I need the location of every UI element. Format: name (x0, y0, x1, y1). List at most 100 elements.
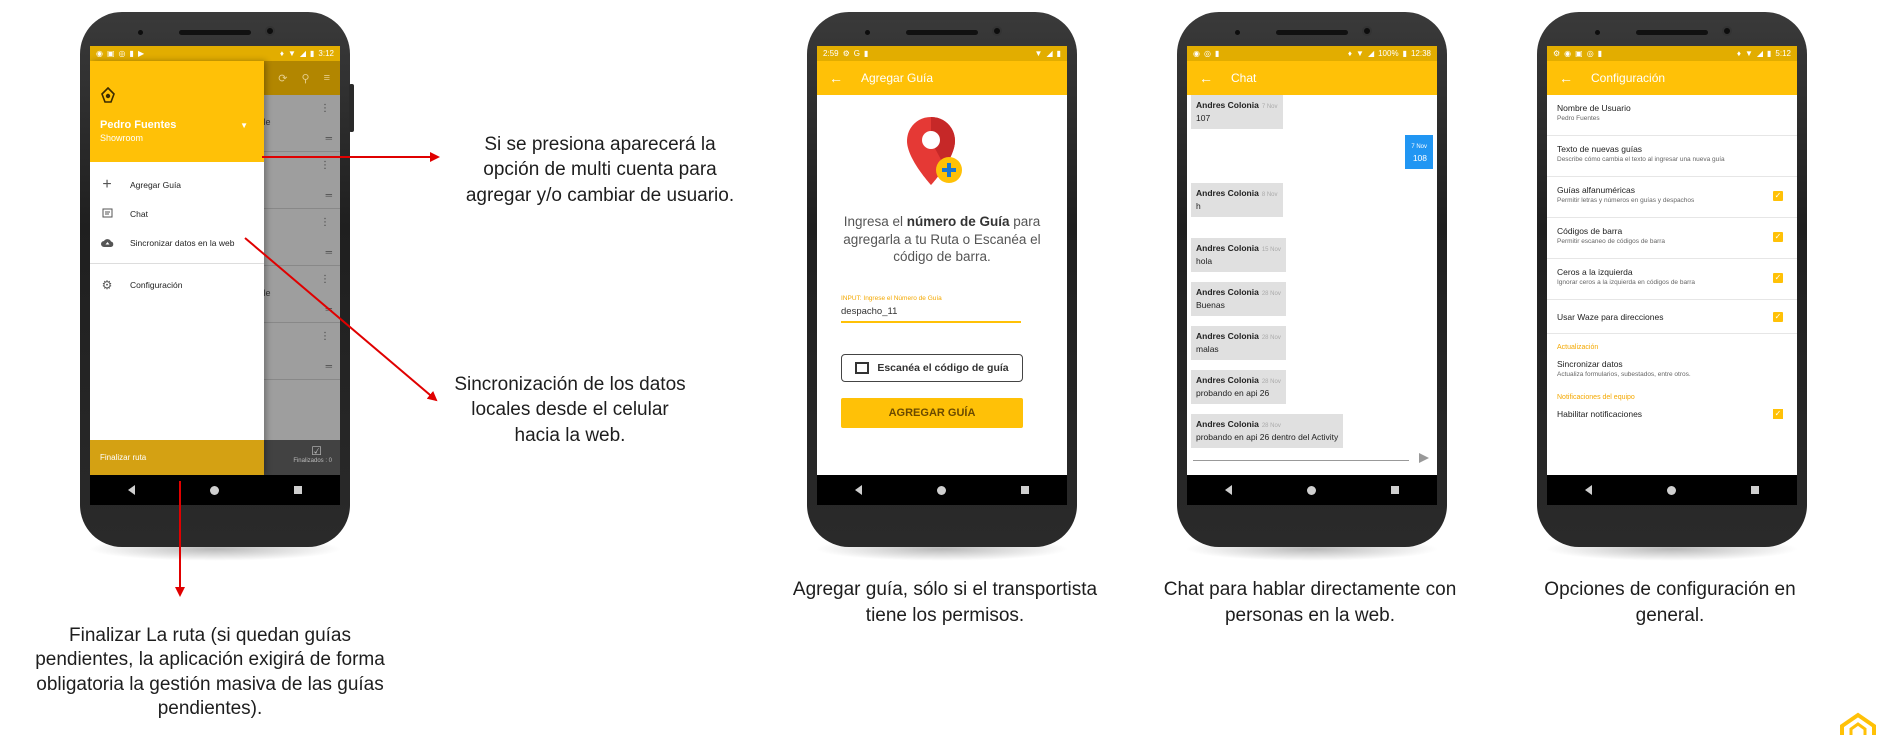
recents-icon[interactable] (1021, 486, 1030, 494)
sync-icon: ◎ (118, 49, 126, 58)
setting-use-waze[interactable]: Usar Waze para direcciones ✓ (1547, 300, 1797, 334)
home-icon[interactable] (936, 485, 946, 495)
setting-new-guide-text[interactable]: Texto de nuevas guías Describe cómo camb… (1547, 136, 1797, 177)
setting-barcodes[interactable]: Códigos de barra Permitir escaneo de cód… (1547, 218, 1797, 259)
home-icon[interactable] (1666, 485, 1676, 495)
android-nav-bar (1547, 475, 1797, 505)
send-icon[interactable] (1419, 453, 1429, 463)
caption-agregar-guia: Agregar guía, sólo si el transportista t… (792, 579, 1098, 626)
status-time: 2:59 (823, 49, 839, 58)
chat-message-input[interactable] (1193, 449, 1409, 461)
guide-number-input[interactable]: despacho_11 (841, 306, 1021, 323)
message-text: h (1196, 201, 1201, 211)
gallery-icon: ▣ (1575, 49, 1583, 58)
phone-camera (1722, 26, 1732, 36)
status-icons-right: ♦ ▼ ◢ ▮ 5:12 (1737, 49, 1791, 58)
drawer-item-configuracion[interactable]: ⚙ Configuración (90, 270, 264, 299)
status-icons-right: ▼ ◢ ▮ (1035, 49, 1061, 58)
message-text: 108 (1412, 153, 1427, 163)
recents-icon[interactable] (1751, 486, 1760, 494)
user-name: Pedro Fuentes (100, 119, 177, 131)
battery-percent: 100% (1378, 49, 1399, 58)
back-arrow-icon[interactable]: ← (1199, 70, 1213, 86)
signal-icon: ◢ (1367, 49, 1375, 58)
scan-barcode-button[interactable]: Escanéa el código de guía (841, 354, 1023, 382)
back-icon[interactable] (127, 485, 135, 495)
message-author: Andres Colonia (1196, 419, 1259, 429)
drawer-item-sincronizar[interactable]: Sincronizar datos en la web (90, 228, 264, 257)
setting-user-name[interactable]: Nombre de Usuario Pedro Fuentes (1547, 95, 1797, 136)
setting-title: Usar Waze para direcciones (1557, 312, 1664, 322)
back-icon[interactable] (854, 485, 862, 495)
phone-camera (992, 26, 1002, 36)
setting-title: Sincronizar datos (1557, 359, 1623, 369)
phone-speaker (906, 30, 978, 35)
location-icon: ♦ (1736, 49, 1741, 58)
back-icon[interactable] (1224, 485, 1232, 495)
drawer-item-agregar-guia[interactable]: + Agregar Guía (90, 170, 264, 199)
drawer-item-label: Agregar Guía (130, 179, 182, 190)
annotation-finalize: Finalizar La ruta (si quedan guías pendi… (35, 625, 385, 719)
message-date: 28 Nov (1261, 423, 1281, 429)
add-guide-button[interactable]: AGREGAR GUÍA (841, 398, 1023, 428)
back-arrow-icon[interactable]: ← (1559, 70, 1573, 86)
recents-icon[interactable] (294, 486, 303, 494)
gear-icon: ⚙ (1553, 49, 1561, 58)
drag-handle-icon: ═ (325, 190, 332, 200)
signal-icon: ◢ (299, 49, 307, 58)
account-switch-icon[interactable]: ▼ (240, 121, 248, 130)
phone-sensor (138, 30, 143, 35)
settings-content: Nombre de Usuario Pedro Fuentes Texto de… (1547, 95, 1797, 475)
message-date: 8 Nov (1261, 192, 1278, 198)
status-time: 5:12 (1775, 49, 1791, 58)
status-time: 3:12 (318, 49, 334, 58)
status-icons-left: ◉ ▣ ◎ ▮ ▶ (96, 49, 144, 58)
home-icon[interactable] (1306, 485, 1316, 495)
checkbox-checked[interactable]: ✓ (1773, 191, 1783, 201)
section-header-team: Notificaciones del equipo (1557, 394, 1635, 401)
setting-subtitle: Actualiza formularios, subestados, entre… (1557, 371, 1691, 378)
checkbox-checked[interactable]: ✓ (1773, 273, 1783, 283)
back-arrow-icon[interactable]: ← (829, 70, 843, 86)
status-icons-right: ♦ ▼ ◢ 100% ▮ 12:38 (1348, 49, 1431, 58)
status-bar: ◉ ◎ ▮ ♦ ▼ ◢ 100% ▮ 12:38 (1187, 46, 1437, 61)
chat-icon (100, 207, 114, 221)
checkbox-checked[interactable]: ✓ (1773, 409, 1783, 419)
setting-title: Texto de nuevas guías (1557, 144, 1643, 154)
message-author: Andres Colonia (1196, 331, 1259, 341)
drawer-item-chat[interactable]: Chat (90, 199, 264, 228)
setting-alphanumeric[interactable]: Guías alfanuméricas Permitir letras y nú… (1547, 177, 1797, 218)
notification-icon: ◉ (96, 49, 103, 58)
home-icon[interactable] (209, 485, 219, 495)
finalize-route-button[interactable]: Finalizar ruta (90, 440, 264, 475)
section-header-update: Actualización (1557, 344, 1599, 351)
caption-configuracion: Opciones de configuración en general. (1544, 579, 1796, 626)
phone-mockup-agregar-guia: 2:59 ⚙ G ▮ ▼ ◢ ▮ ← Agregar Guía Ingresa … (807, 12, 1077, 561)
drawer-header[interactable]: Pedro Fuentes Showroom ▼ (90, 61, 264, 162)
message-date: 15 Nov (1261, 247, 1281, 253)
checkbox-checked[interactable]: ✓ (1773, 312, 1783, 322)
android-nav-bar (1187, 475, 1437, 505)
back-icon[interactable] (1584, 485, 1592, 495)
wifi-icon: ▼ (1034, 49, 1043, 58)
setting-sync-data[interactable]: Sincronizar datos Actualiza formularios,… (1547, 355, 1797, 384)
chat-message: Andres Colonia 28 Nov Buenas (1191, 282, 1286, 316)
setting-leading-zeros[interactable]: Ceros a la izquierda Ignorar ceros a la … (1547, 259, 1797, 300)
more-icon: ⋮ (320, 103, 330, 114)
play-icon: ▶ (137, 49, 145, 58)
phone-mockup-configuracion: ⚙ ◉ ▣ ◎ ▮ ♦ ▼ ◢ ▮ 5:12 ← Configuración N… (1537, 12, 1807, 561)
add-guide-label: AGREGAR GUÍA (888, 407, 976, 419)
setting-subtitle: Permitir letras y números en guías y des… (1557, 197, 1695, 204)
message-date: 7 Nov (1411, 144, 1427, 150)
recents-icon[interactable] (1391, 486, 1400, 494)
message-date: 28 Nov (1261, 335, 1281, 341)
message-text: probando en api 26 (1196, 388, 1270, 398)
instruction-text: Ingresa el número de Guía para agregarla… (817, 213, 1067, 266)
setting-enable-notifications[interactable]: Habilitar notificaciones ✓ (1547, 405, 1797, 425)
app-logo-icon (101, 87, 115, 103)
message-text: hola (1196, 256, 1213, 266)
setting-title: Habilitar notificaciones (1557, 409, 1643, 419)
gear-icon: ⚙ (842, 49, 850, 58)
checkbox-checked[interactable]: ✓ (1773, 232, 1783, 242)
more-icon: ⋮ (320, 160, 330, 171)
